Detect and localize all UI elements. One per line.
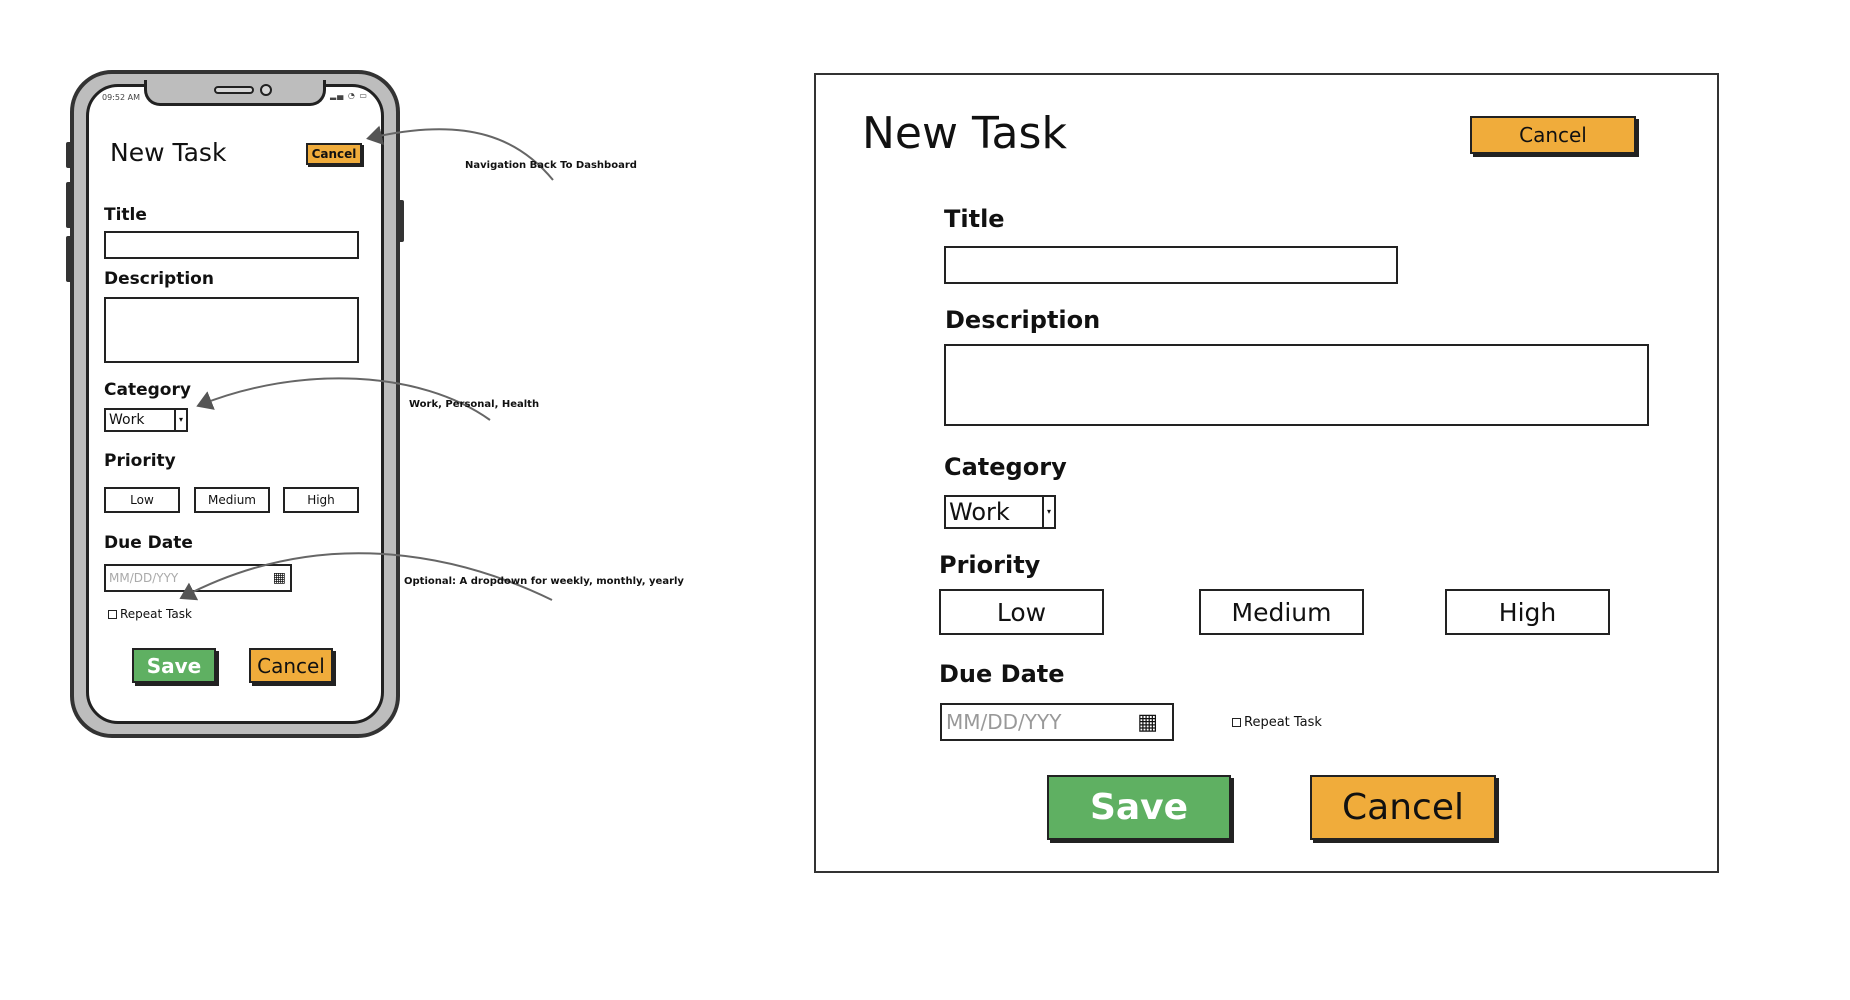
- calendar-icon[interactable]: ▦: [1137, 711, 1158, 735]
- category-select[interactable]: Work ▾: [104, 408, 188, 432]
- due-date-placeholder: MM/DD/YYY: [109, 571, 179, 585]
- checkbox-icon[interactable]: [108, 610, 117, 619]
- desktop-save-button[interactable]: Save: [1047, 775, 1231, 840]
- priority-low-button[interactable]: Low: [104, 487, 180, 513]
- header-cancel-button[interactable]: Cancel: [306, 143, 362, 165]
- desktop-priority-low-button[interactable]: Low: [939, 589, 1104, 635]
- desktop-due-date-input[interactable]: MM/DD/YYY ▦: [940, 703, 1174, 741]
- desktop-description-label: Description: [945, 306, 1101, 334]
- desktop-cancel-button[interactable]: Cancel: [1310, 775, 1496, 840]
- annotation-category-note: Work, Personal, Health: [409, 399, 540, 410]
- priority-label: Priority: [104, 451, 176, 471]
- cancel-button[interactable]: Cancel: [249, 648, 333, 683]
- phone-speaker: [214, 86, 254, 94]
- description-label: Description: [104, 269, 214, 289]
- desktop-page-title: New Task: [862, 108, 1067, 159]
- desktop-priority-high-button[interactable]: High: [1445, 589, 1610, 635]
- desktop-description-input[interactable]: [944, 344, 1649, 426]
- calendar-icon[interactable]: ▦: [273, 570, 286, 586]
- desktop-due-date-label: Due Date: [939, 660, 1065, 688]
- desktop-title-input[interactable]: [944, 246, 1398, 284]
- title-input[interactable]: [104, 231, 359, 259]
- phone-side-button: [66, 236, 72, 282]
- phone-side-button: [398, 200, 404, 242]
- repeat-task-label: Repeat Task: [120, 607, 192, 621]
- description-input[interactable]: [104, 297, 359, 363]
- battery-icon: ▭: [359, 91, 368, 100]
- signal-icon: ▂▄: [330, 91, 345, 100]
- repeat-task-checkbox[interactable]: Repeat Task: [108, 607, 192, 621]
- desktop-category-select[interactable]: Work ▾: [944, 495, 1056, 529]
- phone-side-button: [66, 142, 72, 168]
- desktop-priority-medium-button[interactable]: Medium: [1199, 589, 1364, 635]
- phone-screen: [86, 84, 384, 724]
- phone-side-button: [66, 182, 72, 228]
- desktop-header-cancel-button[interactable]: Cancel: [1470, 116, 1636, 154]
- title-label: Title: [104, 205, 147, 225]
- desktop-due-date-placeholder: MM/DD/YYY: [946, 710, 1062, 734]
- chevron-down-icon[interactable]: ▾: [174, 410, 186, 430]
- due-date-input[interactable]: MM/DD/YYY ▦: [104, 564, 292, 592]
- category-value: Work: [109, 412, 145, 428]
- priority-high-button[interactable]: High: [283, 487, 359, 513]
- checkbox-icon[interactable]: [1232, 718, 1241, 727]
- desktop-repeat-task-label: Repeat Task: [1244, 715, 1322, 730]
- desktop-title-label: Title: [944, 205, 1005, 233]
- phone-camera: [260, 84, 272, 96]
- priority-medium-button[interactable]: Medium: [194, 487, 270, 513]
- annotation-due-date-note: Optional: A dropdown for weekly, monthly…: [404, 576, 684, 587]
- page-title: New Task: [110, 138, 227, 167]
- category-label: Category: [104, 380, 191, 400]
- annotation-cancel-note: Navigation Back To Dashboard: [465, 160, 637, 171]
- chevron-down-icon[interactable]: ▾: [1042, 497, 1054, 527]
- desktop-repeat-task-checkbox[interactable]: Repeat Task: [1232, 715, 1322, 730]
- due-date-label: Due Date: [104, 533, 193, 553]
- desktop-category-value: Work: [949, 498, 1010, 526]
- wifi-icon: ◔: [347, 91, 356, 100]
- desktop-priority-label: Priority: [939, 551, 1041, 579]
- status-icons: ▂▄ ◔ ▭: [330, 91, 368, 100]
- status-time: 09:52 AM: [102, 93, 140, 102]
- save-button[interactable]: Save: [132, 648, 216, 683]
- desktop-category-label: Category: [944, 453, 1067, 481]
